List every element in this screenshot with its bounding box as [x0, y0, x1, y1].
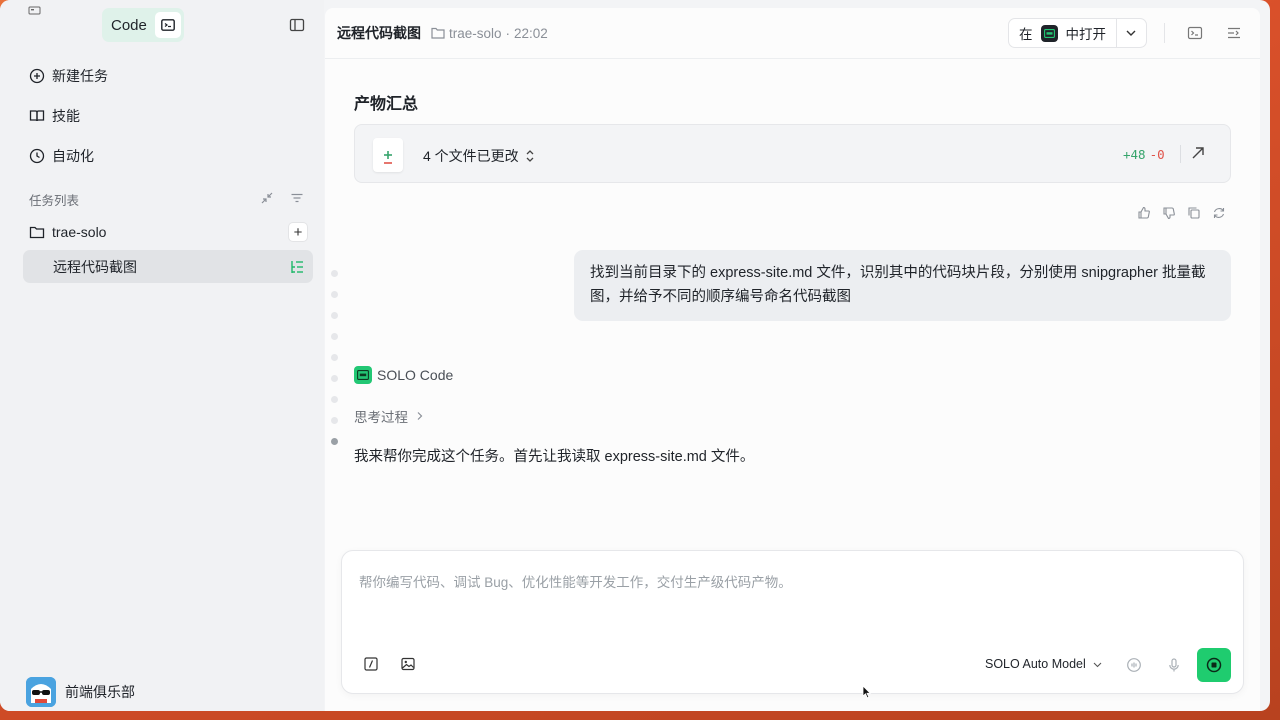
additions-count: +48	[1123, 147, 1146, 162]
panel-icon[interactable]	[1226, 25, 1242, 41]
timeline-dot	[331, 291, 338, 298]
filter-icon[interactable]	[289, 190, 305, 206]
open-external-icon[interactable]	[1190, 145, 1208, 163]
book-icon	[29, 108, 45, 124]
diff-stats: +48 -0	[1123, 147, 1165, 162]
folder-icon	[29, 225, 45, 239]
model-name: SOLO Auto Model	[985, 657, 1086, 671]
timeline-dot	[331, 312, 338, 319]
window-menu-icon[interactable]	[28, 6, 42, 16]
sidebar-item-skills[interactable]: 技能	[29, 104, 80, 128]
divider	[1180, 145, 1181, 163]
user-profile[interactable]: 前端俱乐部	[26, 677, 135, 707]
task-list-title: 任务列表	[29, 194, 80, 208]
chevron-down-icon[interactable]	[1117, 29, 1145, 37]
collapse-all-icon[interactable]	[259, 190, 275, 206]
thumbs-up-icon[interactable]	[1137, 206, 1153, 222]
folder-label: trae-solo	[52, 224, 107, 240]
timeline-dot	[331, 333, 338, 340]
timeline-dot	[331, 270, 338, 277]
mode-switch[interactable]: Code	[102, 8, 184, 42]
sidebar: Code 新建任务 技能 自动化 任务列表 trae-solo + 远程代码截图…	[0, 0, 324, 711]
assistant-header: SOLO Code	[354, 366, 453, 384]
folder-icon	[431, 27, 445, 39]
open-in-prefix: 在	[1019, 27, 1033, 42]
page-title: 远程代码截图	[337, 25, 421, 41]
thumbs-down-icon[interactable]	[1162, 206, 1178, 222]
code-editor-icon	[1040, 24, 1058, 42]
main-panel: 远程代码截图 trae-solo · 22:02 在 中打开 产物汇总 4 个文…	[325, 8, 1260, 711]
assistant-name: SOLO Code	[377, 367, 454, 383]
regenerate-icon[interactable]	[1212, 206, 1228, 222]
image-upload-icon[interactable]	[401, 657, 417, 673]
avatar	[26, 677, 56, 707]
message-actions	[1137, 206, 1228, 222]
slash-command-icon[interactable]	[364, 657, 380, 673]
breadcrumb-separator: ·	[505, 25, 511, 41]
code-mode-icon[interactable]	[154, 12, 181, 38]
user-message: 找到当前目录下的 express-site.md 文件，识别其中的代码块片段，分…	[574, 250, 1231, 321]
timeline-dot	[331, 354, 338, 361]
task-list-tools	[259, 190, 305, 206]
chevron-down-icon	[1093, 657, 1102, 671]
composer[interactable]: 帮你编写代码、调试 Bug、优化性能等开发工作，交付生产级代码产物。 SOLO …	[341, 550, 1244, 694]
open-in-suffix: 中打开	[1065, 27, 1107, 42]
files-changed-label: 4 个文件已更改	[423, 148, 519, 164]
timeline-dot-active	[331, 438, 338, 445]
stop-button[interactable]	[1197, 648, 1231, 682]
divider	[1164, 23, 1165, 43]
sidebar-item-label: 技能	[52, 108, 80, 124]
user-name: 前端俱乐部	[65, 684, 135, 700]
file-diff-icon	[373, 138, 403, 172]
add-task-button[interactable]: +	[289, 223, 307, 241]
timeline-dot	[331, 396, 338, 403]
timeline-dot	[331, 417, 338, 424]
plus-circle-icon	[29, 68, 45, 84]
composer-input[interactable]: 帮你编写代码、调试 Bug、优化性能等开发工作，交付生产级代码产物。	[359, 571, 792, 591]
deletions-count: -0	[1149, 147, 1165, 162]
breadcrumb-folder: trae-solo	[449, 25, 502, 41]
expand-icon	[526, 150, 534, 162]
voice-chat-icon[interactable]	[1126, 657, 1142, 673]
files-changed-toggle[interactable]: 4 个文件已更改	[423, 146, 535, 166]
app-window: Code 新建任务 技能 自动化 任务列表 trae-solo + 远程代码截图…	[0, 0, 1270, 711]
sidebar-toggle-icon[interactable]	[289, 17, 305, 33]
changed-files-card[interactable]: 4 个文件已更改 +48 -0	[354, 124, 1231, 183]
task-tree-icon[interactable]	[289, 259, 305, 275]
sidebar-item-label: 新建任务	[52, 68, 108, 84]
breadcrumb-time: 22:02	[514, 25, 548, 41]
terminal-icon[interactable]	[1187, 25, 1203, 41]
sidebar-item-label: 自动化	[52, 148, 94, 164]
sidebar-item-new-task[interactable]: 新建任务	[29, 64, 108, 88]
artifacts-title: 产物汇总	[354, 96, 419, 113]
chevron-right-icon	[416, 409, 424, 424]
solo-code-icon	[354, 366, 372, 384]
clock-icon	[29, 148, 45, 164]
breadcrumb: trae-solo · 22:02	[431, 26, 548, 41]
model-selector[interactable]: SOLO Auto Model	[985, 657, 1102, 671]
stop-icon	[1206, 657, 1222, 673]
mouse-cursor-icon	[862, 685, 872, 699]
task-item-active[interactable]: 远程代码截图	[23, 250, 313, 283]
microphone-icon[interactable]	[1166, 657, 1182, 673]
copy-icon[interactable]	[1187, 206, 1203, 222]
mode-label: Code	[111, 16, 147, 34]
folder-trae-solo[interactable]: trae-solo +	[29, 221, 307, 243]
assistant-message: 我来帮你完成这个任务。首先让我读取 express-site.md 文件。	[354, 449, 755, 465]
thinking-label: 思考过程	[354, 410, 408, 425]
sidebar-item-automation[interactable]: 自动化	[29, 144, 94, 168]
thinking-toggle[interactable]: 思考过程	[354, 406, 424, 426]
timeline-dot	[331, 375, 338, 382]
open-in-button[interactable]: 在 中打开	[1008, 18, 1147, 48]
task-label: 远程代码截图	[53, 258, 137, 275]
